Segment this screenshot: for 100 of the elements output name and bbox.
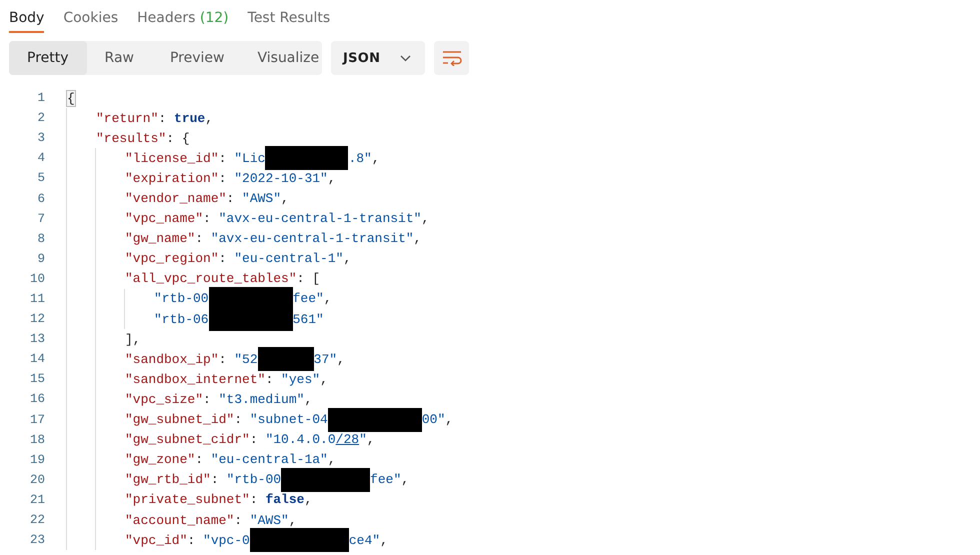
line-number: 17: [28, 412, 45, 427]
json-punctuation: ,: [205, 110, 214, 126]
json-string: "yes": [281, 372, 320, 387]
response-tab[interactable]: Body: [9, 5, 44, 33]
json-string: "avx-eu-central-1-transit": [210, 231, 414, 246]
json-punctuation: :: [250, 492, 259, 508]
json-punctuation: ],: [125, 332, 141, 347]
json-punctuation: ,: [281, 191, 289, 206]
json-string: "rtb-00: [154, 291, 209, 306]
json-string: "eu-central-1a": [210, 452, 328, 468]
line-number: 9: [36, 252, 45, 266]
line-number: 16: [28, 392, 45, 406]
json-punctuation: :: [187, 532, 196, 548]
line-number: 14: [28, 352, 45, 366]
line-number: 1: [36, 91, 45, 106]
line-number: 12: [28, 312, 45, 326]
json-string: ce4": [348, 532, 380, 548]
json-string: "vpc-0: [203, 532, 250, 548]
json-key: "account_name": [125, 512, 234, 528]
json-string: "eu-central-1": [234, 251, 344, 266]
view-mode-tab[interactable]: Pretty: [9, 41, 87, 75]
view-mode-tab[interactable]: Raw: [86, 41, 152, 75]
json-punctuation: :: [265, 372, 274, 387]
json-string: 37": [314, 352, 338, 367]
json-key: "license_id": [125, 150, 219, 166]
json-string: "rtb-00: [226, 472, 282, 488]
matched-bracket: {: [67, 90, 75, 106]
json-string: "AWS": [242, 191, 282, 206]
json-string: fee": [370, 472, 402, 488]
json-string: "avx-eu-central-1-transit": [218, 211, 422, 226]
format-dropdown[interactable]: JSON: [331, 41, 426, 75]
line-number: 5: [36, 171, 45, 186]
json-key: "vendor_name": [125, 191, 226, 206]
json-punctuation: :: [203, 211, 212, 226]
json-punctuation: ,: [414, 231, 422, 246]
line-number: 19: [28, 452, 45, 467]
caret-icon: [400, 54, 412, 62]
json-punctuation: :: [234, 412, 244, 428]
json-string: "2022-10-31": [234, 170, 328, 186]
wrap-lines-icon: [442, 50, 462, 66]
json-key: "vpc_id": [125, 532, 188, 548]
line-number: 8: [36, 232, 45, 246]
line-number: 4: [36, 151, 45, 166]
json-punctuation: ,: [324, 291, 332, 306]
json-key: "gw_zone": [125, 452, 196, 468]
json-punctuation: ,: [320, 372, 328, 387]
response-tab[interactable]: Cookies: [63, 5, 118, 33]
line-number: 21: [28, 492, 45, 507]
redaction-bar: [258, 347, 314, 372]
json-key: "gw_subnet_cidr": [125, 432, 250, 448]
line-number: 22: [28, 513, 45, 528]
json-punctuation: :: [218, 150, 228, 166]
json-punctuation: ,: [401, 472, 410, 488]
json-key: "gw_subnet_id": [125, 412, 234, 428]
json-punctuation: :: [218, 251, 228, 266]
json-punctuation: ,: [380, 532, 388, 548]
json-punctuation: :: [218, 170, 228, 186]
response-tab[interactable]: Test Results: [248, 5, 330, 33]
json-punctuation: : [: [296, 271, 320, 286]
wrap-lines-button[interactable]: [434, 41, 470, 75]
line-number: 10: [28, 272, 45, 286]
json-punctuation: ,: [445, 412, 454, 428]
view-mode-tab[interactable]: Preview: [152, 41, 242, 75]
json-key: "sandbox_internet": [125, 372, 266, 387]
json-punctuation: ,: [288, 512, 297, 528]
json-punctuation: :: [234, 512, 244, 528]
json-string: "t3.medium": [218, 392, 304, 407]
json-punctuation: ,: [328, 452, 336, 468]
json-punctuation: : {: [166, 130, 190, 146]
json-key: "all_vpc_route_tables": [125, 271, 297, 286]
json-literal: true: [174, 110, 206, 126]
line-number: 15: [28, 372, 45, 386]
json-punctuation: ,: [337, 352, 345, 367]
line-number: 11: [28, 292, 45, 306]
json-punctuation: :: [250, 432, 259, 448]
json-punctuation: ,: [304, 392, 312, 407]
json-string: 561": [292, 312, 324, 327]
json-string: "Lic: [234, 150, 266, 166]
line-number: 23: [28, 533, 45, 548]
json-string: "52: [234, 352, 258, 367]
json-punctuation: :: [203, 392, 212, 407]
json-punctuation: :: [158, 110, 168, 126]
response-tab[interactable]: Headers (12): [137, 5, 229, 33]
line-number: 18: [28, 432, 45, 447]
json-key: "results": [96, 130, 166, 146]
line-number: 7: [36, 212, 45, 226]
json-string: .8": [348, 150, 372, 166]
json-punctuation: ,: [366, 432, 375, 448]
json-punctuation: :: [210, 472, 220, 488]
json-key: "private_subnet": [125, 492, 250, 508]
json-punctuation: :: [218, 352, 228, 367]
json-key: "vpc_region": [125, 251, 219, 266]
json-key: "vpc_size": [125, 392, 204, 407]
json-string: "rtb-06: [154, 312, 209, 327]
json-punctuation: :: [226, 191, 236, 206]
json-string: ": [359, 432, 367, 448]
json-link[interactable]: /28: [336, 432, 360, 448]
line-number: 3: [36, 131, 45, 146]
json-string: fee": [292, 291, 324, 306]
json-key: "vpc_name": [125, 211, 204, 226]
